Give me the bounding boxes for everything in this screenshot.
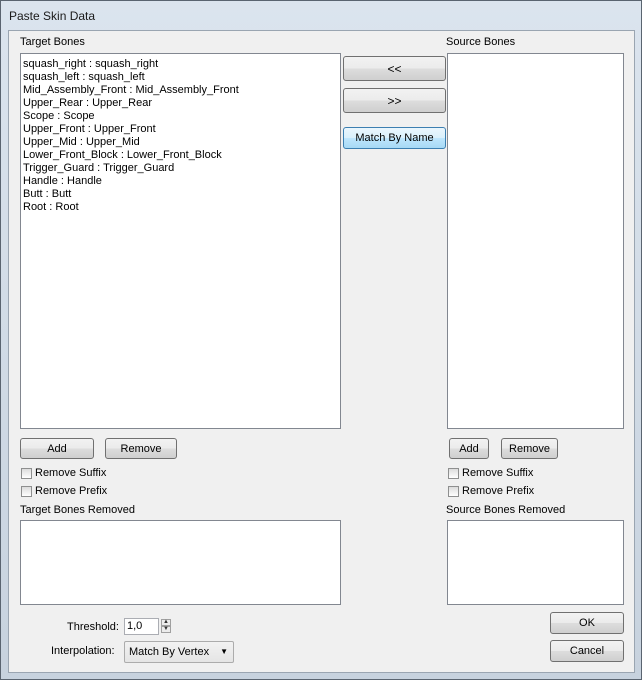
title-bar[interactable]: Paste Skin Data — [1, 1, 641, 29]
interpolation-label: Interpolation: — [51, 645, 115, 657]
target-bones-removed-list[interactable] — [20, 520, 341, 605]
list-item[interactable]: Butt : Butt — [21, 188, 340, 201]
dialog-body: Target Bones squash_right : squash_right… — [8, 30, 635, 673]
checkbox-label: Remove Suffix — [35, 467, 107, 479]
source-bones-removed-list[interactable] — [447, 520, 624, 605]
list-item[interactable]: Upper_Rear : Upper_Rear — [21, 97, 340, 110]
move-right-button[interactable]: >> — [343, 88, 446, 113]
source-remove-suffix-checkbox[interactable]: Remove Suffix — [448, 467, 533, 479]
list-item[interactable]: Upper_Mid : Upper_Mid — [21, 136, 340, 149]
checkbox-box[interactable] — [448, 467, 459, 479]
checkbox-box[interactable] — [21, 467, 32, 479]
target-add-button[interactable]: Add — [20, 438, 94, 459]
checkbox-box[interactable] — [448, 485, 459, 497]
match-by-name-button[interactable]: Match By Name — [343, 127, 446, 149]
source-bones-list[interactable] — [447, 53, 624, 429]
list-item[interactable]: Root : Root — [21, 201, 340, 214]
target-remove-button[interactable]: Remove — [105, 438, 177, 459]
chevron-down-icon: ▼ — [220, 647, 228, 656]
list-item[interactable]: Mid_Assembly_Front : Mid_Assembly_Front — [21, 84, 340, 97]
ok-button[interactable]: OK — [550, 612, 624, 634]
checkbox-label: Remove Prefix — [35, 485, 108, 497]
list-item[interactable]: Trigger_Guard : Trigger_Guard — [21, 162, 340, 175]
list-item[interactable]: Scope : Scope — [21, 110, 340, 123]
checkbox-box[interactable] — [21, 485, 32, 497]
threshold-spinner[interactable]: ▲ ▼ — [161, 619, 171, 634]
list-item[interactable]: Upper_Front : Upper_Front — [21, 123, 340, 136]
paste-skin-data-window: Paste Skin Data Target Bones squash_righ… — [0, 0, 642, 680]
threshold-label: Threshold: — [67, 621, 119, 633]
list-item[interactable]: Lower_Front_Block : Lower_Front_Block — [21, 149, 340, 162]
list-item[interactable]: squash_right : squash_right — [21, 58, 340, 71]
target-remove-suffix-checkbox[interactable]: Remove Suffix — [21, 467, 106, 479]
window-title: Paste Skin Data — [9, 9, 96, 23]
list-item[interactable]: squash_left : squash_left — [21, 71, 340, 84]
cancel-button[interactable]: Cancel — [550, 640, 624, 662]
source-bones-label: Source Bones — [446, 36, 516, 48]
move-left-button[interactable]: << — [343, 56, 446, 81]
source-bones-removed-label: Source Bones Removed — [446, 504, 566, 516]
interpolation-dropdown[interactable]: Match By Vertex ▼ — [124, 641, 234, 663]
target-bones-label: Target Bones — [20, 36, 85, 48]
checkbox-label: Remove Prefix — [462, 485, 535, 497]
source-add-button[interactable]: Add — [449, 438, 489, 459]
source-remove-button[interactable]: Remove — [501, 438, 558, 459]
target-bones-list[interactable]: squash_right : squash_right squash_left :… — [20, 53, 341, 429]
threshold-input[interactable]: 1,0 — [124, 618, 159, 635]
spin-up-icon[interactable]: ▲ — [161, 619, 171, 626]
interpolation-value: Match By Vertex — [129, 646, 210, 658]
spin-down-icon[interactable]: ▼ — [161, 626, 171, 633]
list-item[interactable]: Handle : Handle — [21, 175, 340, 188]
target-bones-removed-label: Target Bones Removed — [20, 504, 135, 516]
source-remove-prefix-checkbox[interactable]: Remove Prefix — [448, 485, 534, 497]
target-remove-prefix-checkbox[interactable]: Remove Prefix — [21, 485, 107, 497]
checkbox-label: Remove Suffix — [462, 467, 534, 479]
